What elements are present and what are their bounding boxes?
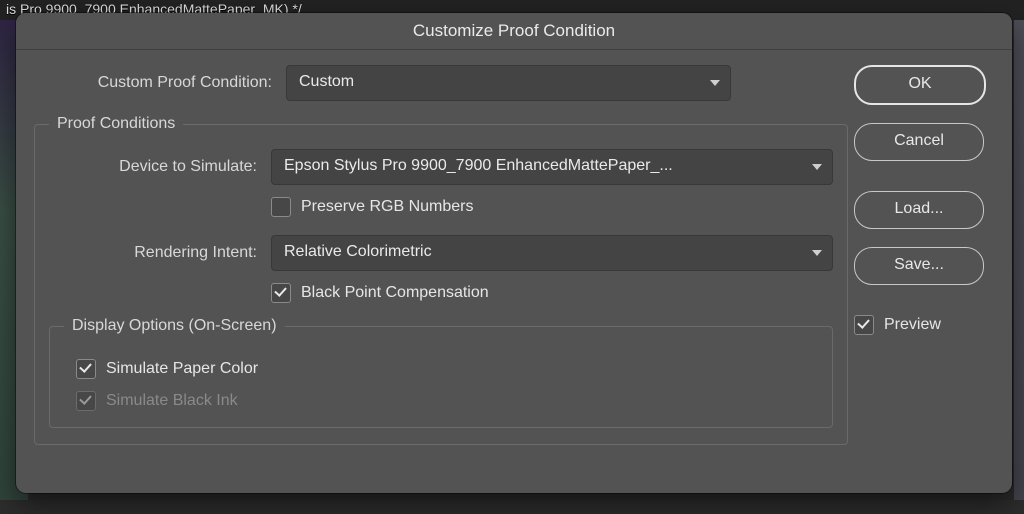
custom-proof-condition-value: Custom — [299, 73, 354, 90]
display-options-group: Display Options (On-Screen) Simulate Pap… — [49, 317, 833, 428]
device-to-simulate-row: Device to Simulate: Epson Stylus Pro 990… — [49, 149, 833, 185]
custom-proof-condition-label: Custom Proof Condition: — [34, 74, 286, 92]
preview-label: Preview — [884, 316, 941, 334]
custom-proof-condition-select[interactable]: Custom — [286, 65, 731, 101]
ok-button[interactable]: OK — [854, 65, 986, 105]
rendering-intent-value: Relative Colorimetric — [284, 243, 432, 260]
proof-conditions-legend: Proof Conditions — [49, 115, 183, 133]
simulate-paper-color-label: Simulate Paper Color — [106, 360, 258, 378]
preview-checkbox[interactable]: Preview — [854, 315, 994, 335]
simulate-black-ink-checkbox: Simulate Black Ink — [76, 391, 818, 411]
rendering-intent-row: Rendering Intent: Relative Colorimetric — [49, 235, 833, 271]
rendering-intent-select[interactable]: Relative Colorimetric — [271, 235, 833, 271]
checkbox-box-checked — [76, 359, 96, 379]
preserve-rgb-checkbox[interactable]: Preserve RGB Numbers — [271, 197, 833, 217]
checkbox-box-checked-disabled — [76, 391, 96, 411]
side-column: OK Cancel Load... Save... Preview — [854, 65, 994, 335]
preserve-rgb-label: Preserve RGB Numbers — [301, 198, 474, 216]
display-options-legend: Display Options (On-Screen) — [64, 317, 285, 335]
simulate-paper-color-checkbox[interactable]: Simulate Paper Color — [76, 359, 818, 379]
chevron-down-icon — [812, 164, 822, 170]
canvas-right-sliver — [1014, 20, 1024, 500]
dialog-content: Custom Proof Condition: Custom Proof Con… — [16, 49, 1012, 493]
main-column: Custom Proof Condition: Custom Proof Con… — [34, 65, 824, 445]
chevron-down-icon — [812, 250, 822, 256]
device-to-simulate-value: Epson Stylus Pro 9900_7900 EnhancedMatte… — [284, 157, 673, 174]
simulate-black-ink-label: Simulate Black Ink — [106, 392, 238, 410]
save-button[interactable]: Save... — [854, 247, 984, 285]
black-point-compensation-label: Black Point Compensation — [301, 284, 489, 302]
rendering-intent-label: Rendering Intent: — [49, 244, 271, 262]
cancel-button[interactable]: Cancel — [854, 123, 984, 161]
checkbox-box-checked — [854, 315, 874, 335]
checkbox-box — [271, 197, 291, 217]
dialog-title: Customize Proof Condition — [16, 13, 1012, 50]
black-point-compensation-checkbox[interactable]: Black Point Compensation — [271, 283, 833, 303]
customize-proof-condition-dialog: Customize Proof Condition Custom Proof C… — [16, 13, 1012, 493]
app-statusbar — [0, 500, 1024, 514]
custom-proof-condition-row: Custom Proof Condition: Custom — [34, 65, 824, 101]
load-button[interactable]: Load... — [854, 191, 984, 229]
checkbox-box-checked — [271, 283, 291, 303]
chevron-down-icon — [710, 80, 720, 86]
device-to-simulate-select[interactable]: Epson Stylus Pro 9900_7900 EnhancedMatte… — [271, 149, 833, 185]
device-to-simulate-label: Device to Simulate: — [49, 158, 271, 176]
proof-conditions-group: Proof Conditions Device to Simulate: Eps… — [34, 115, 848, 445]
